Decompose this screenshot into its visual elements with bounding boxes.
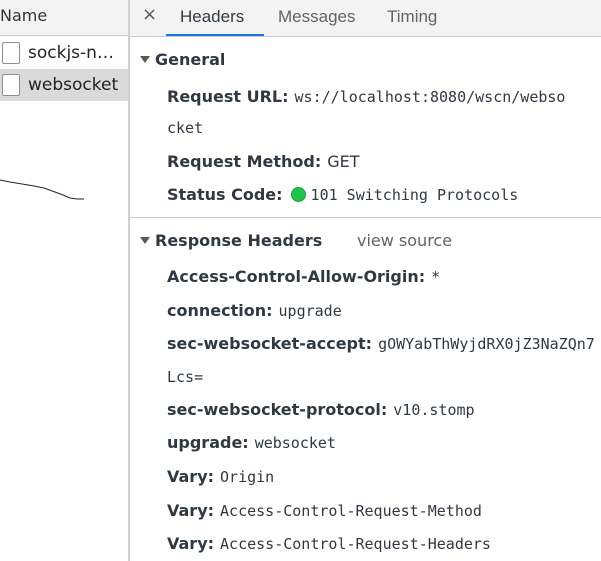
header-row: Vary: Origin: [167, 467, 274, 486]
request-method-value: GET: [327, 152, 360, 171]
header-row: sec-websocket-protocol: v10.stomp: [167, 400, 475, 419]
request-url-value: ws://localhost:8080/wscn/webso: [294, 88, 566, 106]
header-key: connection:: [167, 301, 273, 320]
document-icon: [2, 42, 20, 64]
header-row: Access-Control-Allow-Origin: *: [167, 267, 440, 286]
request-url-value-continued: cket: [167, 119, 204, 137]
response-headers-section-toggle[interactable]: Response Headers: [140, 231, 322, 250]
request-detail-pane: × Headers Messages Timing General Reques…: [130, 0, 601, 561]
header-value: *: [431, 268, 441, 286]
header-value-continued: Lcs=: [167, 368, 204, 386]
request-name: sockjs-no…: [28, 43, 124, 63]
header-key: Vary:: [167, 467, 215, 486]
header-key: sec-websocket-protocol:: [167, 400, 388, 419]
header-row: Vary: Access-Control-Request-Headers: [167, 534, 491, 553]
header-value: v10.stomp: [393, 401, 475, 419]
general-section-toggle[interactable]: General: [140, 50, 225, 69]
request-row-sockjs[interactable]: sockjs-no…: [0, 37, 129, 69]
status-code-label: Status Code:: [167, 185, 283, 204]
status-ok-icon: [290, 187, 306, 202]
header-value: Access-Control-Request-Method: [220, 502, 482, 520]
header-row: connection: upgrade: [167, 301, 342, 320]
header-key: Vary:: [167, 534, 215, 553]
tab-timing[interactable]: Timing: [387, 7, 437, 27]
header-key: Vary:: [167, 501, 215, 520]
view-source-link[interactable]: view source: [357, 231, 452, 250]
header-key: upgrade:: [167, 433, 249, 452]
request-url-label: Request URL:: [167, 87, 289, 106]
close-icon[interactable]: ×: [142, 4, 157, 25]
header-value: upgrade: [278, 302, 342, 320]
active-tab-indicator: [166, 34, 264, 36]
tab-headers[interactable]: Headers: [180, 7, 244, 27]
triangle-down-icon: [140, 237, 150, 244]
waterfall-timeline-line: [0, 179, 84, 200]
response-headers-section-title: Response Headers: [155, 231, 323, 250]
name-column-label: Name: [0, 6, 48, 25]
header-key: sec-websocket-accept:: [167, 334, 373, 353]
detail-tabbar: × Headers Messages Timing: [130, 0, 601, 37]
status-code-row: Status Code: 101 Switching Protocols: [167, 185, 518, 204]
request-list-pane: Name sockjs-no… websocket: [0, 0, 129, 561]
header-row: sec-websocket-accept: gOWYabThWyjdRX0jZ3N…: [167, 334, 595, 353]
general-section-title: General: [155, 50, 226, 69]
header-row: upgrade: websocket: [167, 433, 336, 452]
triangle-down-icon: [140, 56, 150, 63]
header-key: Access-Control-Allow-Origin:: [167, 267, 426, 286]
status-code-value: 101 Switching Protocols: [310, 186, 519, 204]
request-url-row: Request URL: ws://localhost:8080/wscn/web…: [167, 87, 565, 106]
document-icon: [2, 74, 20, 96]
tab-messages[interactable]: Messages: [278, 7, 355, 27]
request-method-label: Request Method:: [167, 152, 322, 171]
header-value: websocket: [254, 434, 336, 452]
request-name: websocket: [28, 75, 119, 95]
name-column-header[interactable]: Name: [0, 0, 129, 36]
request-method-row: Request Method: GET: [167, 152, 360, 171]
header-value: gOWYabThWyjdRX0jZ3NaZQn7: [378, 335, 595, 353]
header-row: Vary: Access-Control-Request-Method: [167, 501, 482, 520]
header-value: Access-Control-Request-Headers: [220, 535, 491, 553]
header-value: Origin: [220, 468, 275, 486]
request-row-websocket[interactable]: websocket: [0, 69, 129, 101]
section-divider: [130, 217, 601, 218]
